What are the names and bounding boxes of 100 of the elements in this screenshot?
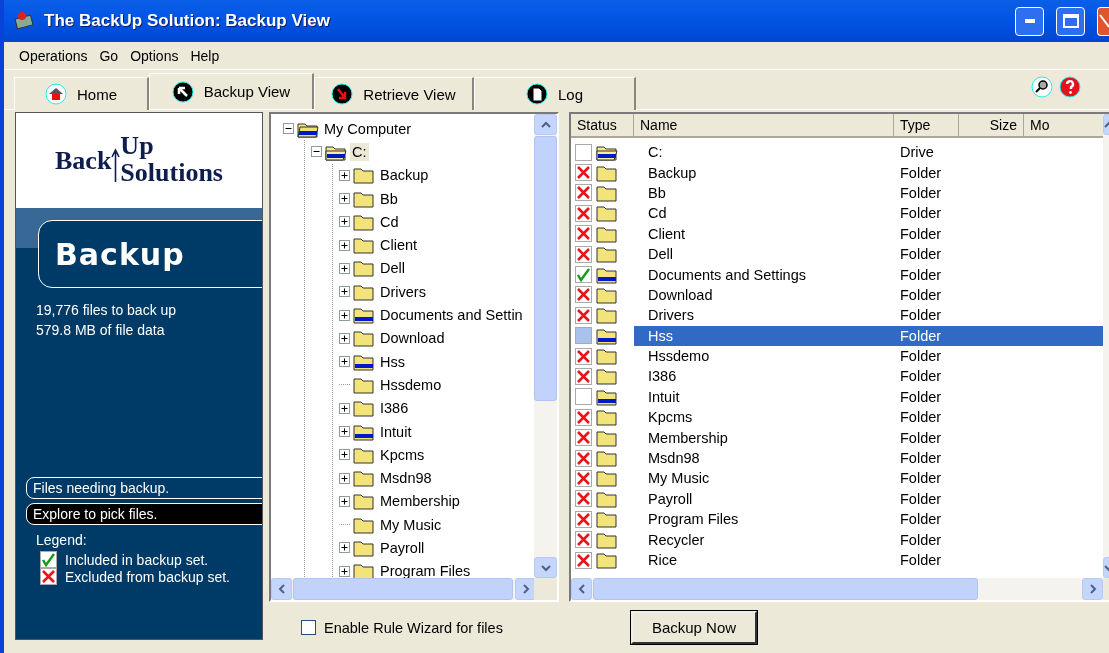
expand-toggle[interactable]: [339, 449, 350, 461]
column-header[interactable]: Size: [959, 114, 1024, 136]
scroll-down-icon[interactable]: [540, 562, 551, 573]
expand-toggle[interactable]: [339, 239, 350, 251]
expand-toggle[interactable]: [339, 332, 350, 344]
tab[interactable]: Log: [474, 77, 636, 110]
maximize-button[interactable]: [1056, 6, 1085, 36]
status-checkbox[interactable]: [575, 143, 592, 161]
scroll-left-icon[interactable]: [276, 584, 287, 594]
menu-item[interactable]: Options: [125, 47, 184, 64]
horizontal-scrollbar[interactable]: [271, 578, 534, 600]
expand-toggle[interactable]: [339, 495, 350, 507]
horizontal-scrollbar[interactable]: [571, 578, 1103, 600]
table-row[interactable]: Program Files Folder: [634, 509, 1103, 530]
excluded-icon[interactable]: [575, 368, 592, 385]
excluded-icon[interactable]: [575, 510, 592, 528]
tab[interactable]: Home: [14, 77, 149, 110]
included-icon[interactable]: [40, 551, 57, 568]
column-header[interactable]: Status: [571, 114, 634, 136]
table-row[interactable]: Rice Folder: [634, 549, 1103, 571]
expand-toggle[interactable]: [339, 262, 350, 274]
excluded-icon[interactable]: [575, 531, 592, 549]
expand-toggle[interactable]: [339, 472, 350, 484]
sidebar-action[interactable]: Explore to pick files.: [26, 503, 262, 525]
table-row[interactable]: Payroll Folder: [634, 488, 1103, 510]
menu-item[interactable]: Operations: [14, 47, 93, 64]
help-icon[interactable]: [1059, 76, 1081, 98]
close-button[interactable]: [1097, 6, 1109, 36]
vertical-scrollbar[interactable]: [534, 114, 557, 578]
excluded-icon[interactable]: [575, 490, 592, 508]
tree-item[interactable]: I386: [378, 399, 411, 418]
scroll-right-icon[interactable]: [1087, 584, 1098, 594]
expand-toggle[interactable]: [339, 286, 350, 298]
rule-wizard-checkbox[interactable]: Enable Rule Wizard for files: [301, 619, 631, 636]
tree-item[interactable]: Download: [378, 329, 447, 348]
table-row[interactable]: Kpcms Folder: [634, 407, 1103, 428]
excluded-icon[interactable]: [575, 245, 592, 263]
expand-toggle[interactable]: [339, 169, 350, 181]
status-checkbox[interactable]: [575, 327, 592, 345]
column-header[interactable]: Type: [894, 114, 959, 136]
table-row[interactable]: Hssdemo Folder: [634, 345, 1103, 367]
tree-item[interactable]: Backup: [378, 166, 431, 185]
expand-toggle[interactable]: [339, 426, 350, 437]
excluded-icon[interactable]: [40, 568, 57, 585]
table-row[interactable]: Cd Folder: [634, 203, 1103, 224]
table-row[interactable]: Client Folder: [634, 223, 1103, 244]
collapse-toggle[interactable]: [311, 146, 322, 158]
expand-toggle[interactable]: [339, 356, 350, 368]
expand-toggle[interactable]: [339, 565, 350, 577]
excluded-icon[interactable]: [575, 204, 592, 222]
tree-item[interactable]: My Computer: [322, 119, 414, 138]
scroll-left-icon[interactable]: [576, 584, 587, 594]
excluded-icon[interactable]: [575, 184, 592, 202]
excluded-icon[interactable]: [575, 286, 592, 304]
tree-item[interactable]: Intuit: [378, 422, 414, 441]
table-row[interactable]: C: Drive: [634, 142, 1103, 163]
tree-item[interactable]: Cd: [378, 212, 401, 231]
tab[interactable]: Retrieve View: [314, 77, 474, 110]
table-row[interactable]: Membership Folder: [634, 427, 1103, 448]
search-icon[interactable]: [1031, 76, 1053, 98]
scrollbar-thumb[interactable]: [593, 578, 978, 600]
backup-now-button[interactable]: Backup Now: [631, 611, 757, 644]
tree-item[interactable]: Drivers: [378, 282, 428, 301]
scrollbar-thumb[interactable]: [293, 578, 513, 600]
tree-item[interactable]: Msdn98: [378, 469, 434, 488]
excluded-icon[interactable]: [575, 306, 592, 324]
tree-item[interactable]: Kpcms: [378, 445, 427, 464]
table-row[interactable]: Msdn98 Folder: [634, 447, 1103, 469]
sidebar-action[interactable]: Files needing backup.: [26, 477, 262, 499]
excluded-icon[interactable]: [575, 469, 592, 487]
expand-toggle[interactable]: [339, 216, 350, 228]
tree-item[interactable]: Client: [378, 236, 420, 255]
minimize-button[interactable]: [1015, 6, 1044, 36]
scrollbar-thumb[interactable]: [534, 136, 557, 401]
tree-item[interactable]: Membership: [378, 492, 462, 511]
table-row[interactable]: Download Folder: [634, 284, 1103, 306]
collapse-toggle[interactable]: [283, 123, 294, 135]
tree-item[interactable]: Payroll: [378, 539, 427, 557]
table-row[interactable]: My Music Folder: [634, 468, 1103, 489]
tree-item[interactable]: Hssdemo: [378, 375, 444, 394]
table-row[interactable]: Documents and Settings Folder: [634, 264, 1103, 285]
menu-item[interactable]: Go: [94, 47, 124, 64]
expand-toggle[interactable]: [339, 402, 350, 414]
table-row[interactable]: Drivers Folder: [634, 305, 1103, 326]
table-row[interactable]: Hss Folder: [634, 325, 1103, 346]
table-row[interactable]: I386 Folder: [634, 366, 1103, 387]
scroll-up-icon[interactable]: [540, 119, 551, 130]
excluded-icon[interactable]: [575, 449, 592, 467]
tree-item[interactable]: Documents and Settin: [378, 306, 525, 324]
scroll-right-icon[interactable]: [520, 584, 531, 594]
excluded-icon[interactable]: [575, 551, 592, 569]
tree-item[interactable]: Dell: [378, 259, 407, 278]
table-row[interactable]: Recycler Folder: [634, 529, 1103, 550]
tab[interactable]: Backup View: [149, 73, 314, 109]
expand-toggle[interactable]: [339, 193, 350, 205]
expand-toggle[interactable]: [339, 542, 350, 554]
expand-toggle[interactable]: [339, 309, 350, 321]
tree-item[interactable]: Hss: [378, 352, 407, 371]
excluded-icon[interactable]: [575, 164, 592, 182]
tree-item[interactable]: C:: [350, 142, 369, 161]
